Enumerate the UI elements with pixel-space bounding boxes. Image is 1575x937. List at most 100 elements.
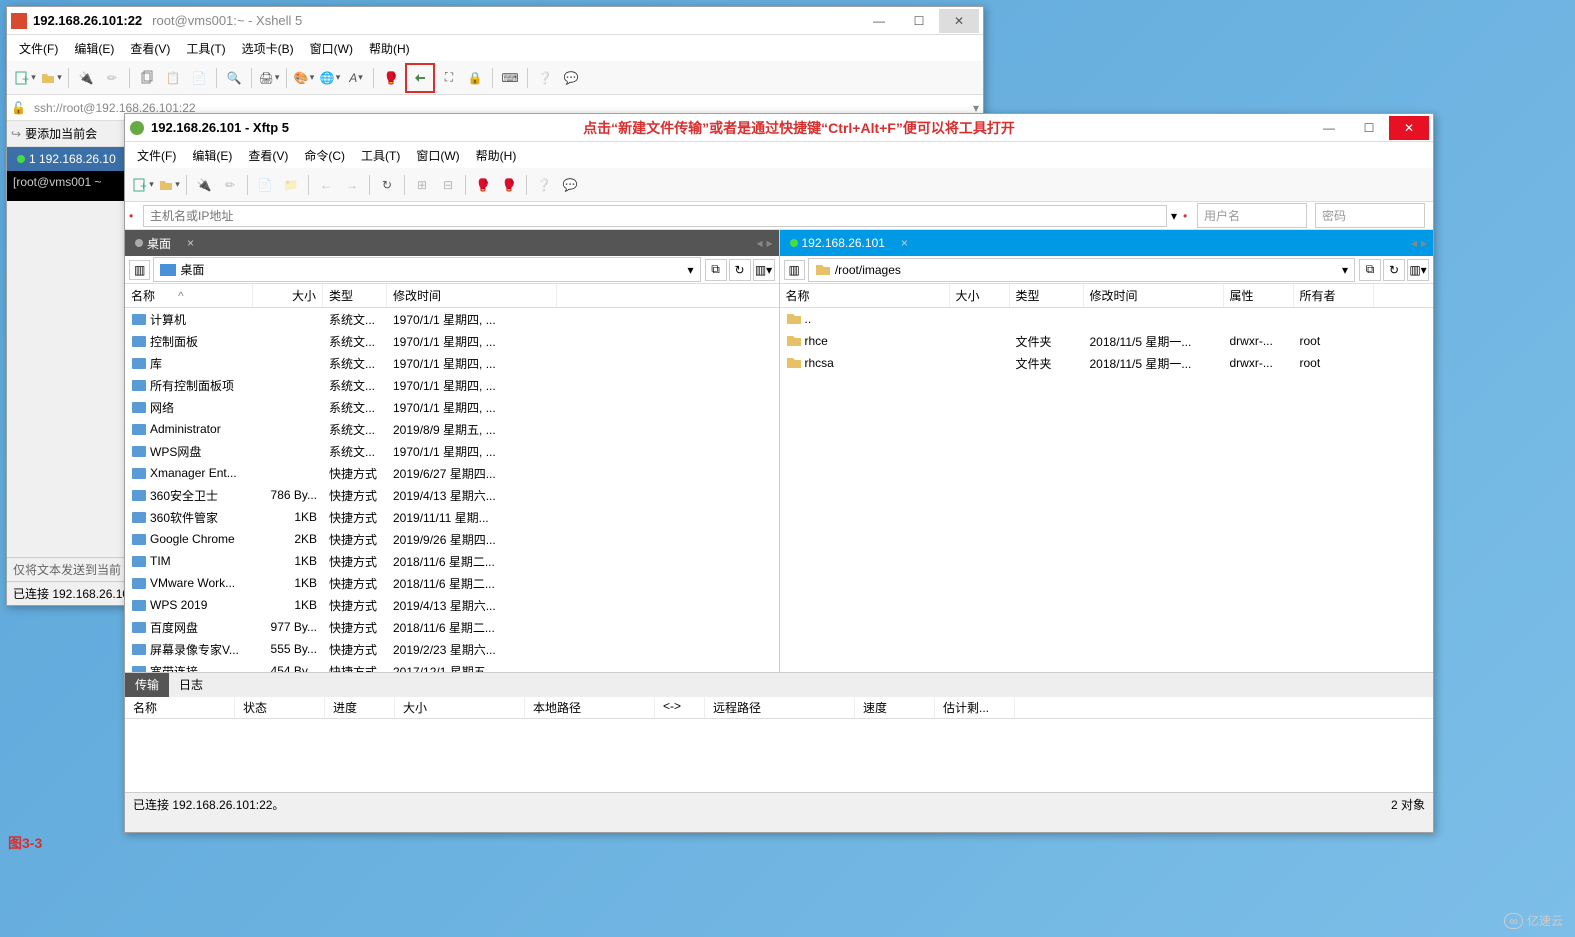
list-item[interactable]: 网络系统文...1970/1/1 星期四, ... [125, 396, 779, 418]
list-item[interactable]: rhce文件夹2018/11/5 星期一...drwxr-...root [780, 330, 1434, 352]
fullscreen-icon[interactable]: ⛶ [437, 66, 461, 90]
local-list[interactable]: 计算机系统文...1970/1/1 星期四, ...控制面板系统文...1970… [125, 308, 779, 672]
xshell-titlebar[interactable]: 192.168.26.101:22 root@vms001:~ - Xshell… [7, 7, 983, 35]
col-size[interactable]: 大小 [950, 284, 1010, 307]
tab-transfer[interactable]: 传输 [125, 673, 169, 697]
open-icon[interactable]: ▾ [157, 173, 181, 197]
xagent-icon[interactable]: 🥊 [379, 66, 403, 90]
list-item[interactable]: 360软件管家1KB快捷方式2019/11/11 星期... [125, 506, 779, 528]
col-type[interactable]: 类型 [323, 284, 387, 307]
tab-log[interactable]: 日志 [169, 673, 213, 697]
help-icon[interactable]: ❔ [533, 66, 557, 90]
maximize-button[interactable]: ☐ [1349, 116, 1389, 140]
disconnect-icon[interactable]: ✏ [100, 66, 124, 90]
menu-help[interactable]: 帮助(H) [468, 145, 525, 166]
list-item[interactable]: 百度网盘977 By...快捷方式2018/11/6 星期二... [125, 616, 779, 638]
clip-icon[interactable]: 📄 [187, 66, 211, 90]
list-item[interactable]: rhcsa文件夹2018/11/5 星期一...drwxr-...root [780, 352, 1434, 374]
list-item[interactable]: TIM1KB快捷方式2018/11/6 星期二... [125, 550, 779, 572]
print-icon[interactable]: 🖨▾ [257, 66, 281, 90]
close-tab-icon[interactable]: × [181, 236, 200, 250]
newwin-icon[interactable]: ⧉ [1359, 259, 1381, 281]
menu-edit[interactable]: 编辑(E) [66, 38, 122, 59]
dropdown-icon[interactable]: ▾ [1171, 209, 1177, 223]
list-item[interactable]: Administrator系统文...2019/8/9 星期五, ... [125, 418, 779, 440]
paste-icon[interactable]: 📋 [161, 66, 185, 90]
new-session-icon[interactable]: +▾ [131, 173, 155, 197]
tcol-speed[interactable]: 速度 [855, 697, 935, 718]
maximize-button[interactable]: ☐ [899, 9, 939, 33]
refresh-icon[interactable]: ↻ [729, 259, 751, 281]
tcol-status[interactable]: 状态 [235, 697, 325, 718]
refresh-icon[interactable]: ↻ [1383, 259, 1405, 281]
xftp-launch-icon[interactable] [408, 66, 432, 90]
list-item[interactable]: 所有控制面板项系统文...1970/1/1 星期四, ... [125, 374, 779, 396]
back-icon[interactable]: ← [314, 173, 338, 197]
user-input[interactable]: 用户名 [1197, 203, 1307, 228]
remote-path[interactable]: /root/images▾ [808, 258, 1355, 282]
local-tab[interactable]: 桌面 × ◂▸ [125, 230, 779, 256]
list-item[interactable]: 库系统文...1970/1/1 星期四, ... [125, 352, 779, 374]
compare-icon[interactable]: ⊟ [436, 173, 460, 197]
remote-tab[interactable]: 192.168.26.101 × ◂▸ [780, 230, 1434, 256]
list-item[interactable]: 控制面板系统文...1970/1/1 星期四, ... [125, 330, 779, 352]
nav-back-icon[interactable]: ◂ [756, 236, 762, 250]
keyboard-icon[interactable]: ⌨ [498, 66, 522, 90]
menu-edit[interactable]: 编辑(E) [184, 145, 240, 166]
newwin-icon[interactable]: ⧉ [705, 259, 727, 281]
open-icon[interactable]: ▾ [39, 66, 63, 90]
list-item[interactable]: Google Chrome2KB快捷方式2019/9/26 星期四... [125, 528, 779, 550]
tcol-progress[interactable]: 进度 [325, 697, 395, 718]
menu-file[interactable]: 文件(F) [11, 38, 66, 59]
col-type[interactable]: 类型 [1010, 284, 1084, 307]
minimize-button[interactable]: — [1309, 116, 1349, 140]
nav-fwd-icon[interactable]: ▸ [766, 236, 772, 250]
col-attr[interactable]: 属性 [1224, 284, 1294, 307]
color-icon[interactable]: 🎨▾ [292, 66, 316, 90]
list-item[interactable]: 宽带连接454 By...快捷方式2017/12/1 星期五... [125, 660, 779, 672]
connect-icon[interactable]: 🔌 [74, 66, 98, 90]
list-item[interactable]: 计算机系统文...1970/1/1 星期四, ... [125, 308, 779, 330]
xftp-titlebar[interactable]: 192.168.26.101 - Xftp 5 点击“新建文件传输”或者是通过快… [125, 114, 1433, 142]
globe-icon[interactable]: 🌐▾ [318, 66, 342, 90]
menu-tab[interactable]: 选项卡(B) [234, 38, 302, 59]
menu-tools[interactable]: 工具(T) [178, 38, 233, 59]
sync-icon[interactable]: ↻ [375, 173, 399, 197]
col-name[interactable]: 名称 [780, 284, 950, 307]
close-button[interactable]: ✕ [939, 9, 979, 33]
close-tab-icon[interactable]: × [895, 236, 914, 250]
list-item[interactable]: .. [780, 308, 1434, 330]
forum-icon[interactable]: 💬 [558, 173, 582, 197]
view-icon[interactable]: ▥▾ [753, 259, 775, 281]
list-item[interactable]: 屏幕录像专家V...555 By...快捷方式2019/2/23 星期六... [125, 638, 779, 660]
tcol-dir[interactable]: <-> [655, 697, 705, 718]
remote-list[interactable]: ..rhce文件夹2018/11/5 星期一...drwxr-...rootrh… [780, 308, 1434, 672]
copy-icon[interactable] [135, 66, 159, 90]
col-date[interactable]: 修改时间 [1084, 284, 1224, 307]
new-icon[interactable]: +▾ [13, 66, 37, 90]
col-name[interactable]: 名称 ^ [125, 284, 253, 307]
nav-fwd-icon[interactable]: ▸ [1421, 236, 1427, 250]
session-tab[interactable]: 1 192.168.26.10 [7, 147, 126, 171]
menu-help[interactable]: 帮助(H) [361, 38, 418, 59]
menu-file[interactable]: 文件(F) [129, 145, 184, 166]
pencil-icon[interactable]: ✏ [218, 173, 242, 197]
tcol-remote[interactable]: 远程路径 [705, 697, 855, 718]
minimize-button[interactable]: — [859, 9, 899, 33]
tcol-size[interactable]: 大小 [395, 697, 525, 718]
props-icon[interactable]: 📄 [253, 173, 277, 197]
font-icon[interactable]: A▾ [344, 66, 368, 90]
col-size[interactable]: 大小 [253, 284, 323, 307]
menu-window[interactable]: 窗口(W) [408, 145, 467, 166]
xshell-icon-btn[interactable]: 🥊 [471, 173, 495, 197]
layout-icon[interactable]: ▥ [129, 260, 150, 280]
list-item[interactable]: Xmanager Ent...快捷方式2019/6/27 星期四... [125, 462, 779, 484]
tcol-local[interactable]: 本地路径 [525, 697, 655, 718]
close-button[interactable]: ✕ [1389, 116, 1429, 140]
col-owner[interactable]: 所有者 [1294, 284, 1374, 307]
layout-icon[interactable]: ▥ [784, 260, 805, 280]
tcol-name[interactable]: 名称 [125, 697, 235, 718]
fwd-icon[interactable]: → [340, 173, 364, 197]
list-item[interactable]: WPS 20191KB快捷方式2019/4/13 星期六... [125, 594, 779, 616]
xshell2-icon[interactable]: 🥊 [497, 173, 521, 197]
